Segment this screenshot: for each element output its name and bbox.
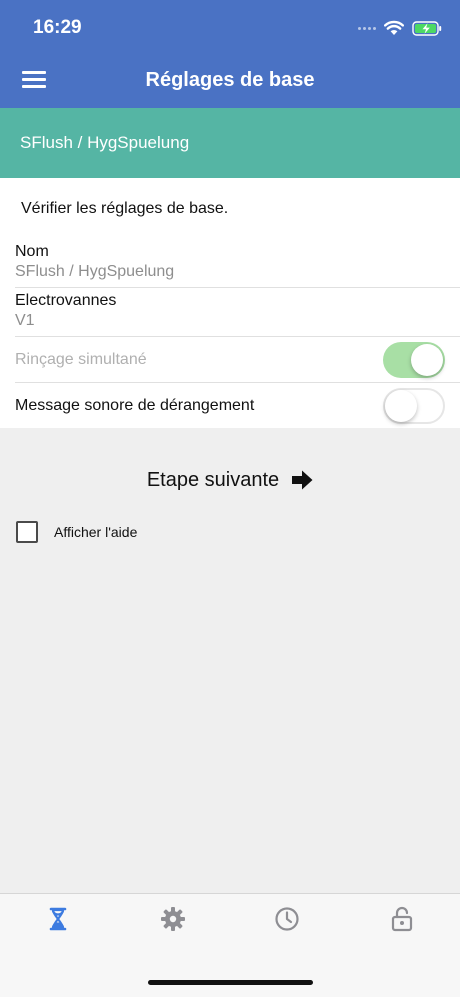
settings-card: Vérifier les réglages de base. Nom SFlus…	[0, 178, 460, 428]
device-name-text: SFlush / HygSpuelung	[20, 133, 190, 152]
page-title: Réglages de base	[145, 69, 315, 91]
name-value: SFlush / HygSpuelung	[15, 263, 175, 280]
clock-icon	[275, 907, 299, 931]
simultaneous-rinse-row: Rinçage simultané	[15, 337, 460, 383]
cellular-signal-icon	[358, 26, 376, 30]
next-step-label: Etape suivante	[146, 468, 280, 491]
intro-text: Vérifier les réglages de base.	[21, 200, 229, 217]
valves-field[interactable]: Electrovannes V1	[15, 292, 460, 337]
simultaneous-rinse-label: Rinçage simultané	[15, 350, 147, 368]
arrow-right-icon	[292, 470, 313, 490]
next-step-button[interactable]: Etape suivante	[0, 463, 460, 497]
tab-settings[interactable]	[153, 904, 193, 934]
tab-hourglass[interactable]	[38, 904, 78, 934]
status-icons	[358, 18, 442, 38]
tab-history[interactable]	[267, 904, 307, 934]
device-name-banner: SFlush / HygSpuelung	[0, 108, 460, 178]
alarm-sound-row: Message sonore de dérangement	[15, 383, 460, 428]
alarm-sound-label: Message sonore de dérangement	[15, 396, 255, 414]
name-field[interactable]: Nom SFlush / HygSpuelung	[15, 243, 460, 288]
top-bar: 16:29 Réglages de base	[0, 0, 460, 108]
toggle-knob	[411, 343, 443, 376]
wifi-icon	[384, 20, 404, 35]
show-help-label: Afficher l'aide	[54, 524, 138, 540]
status-time: 16:29	[33, 17, 82, 38]
show-help-checkbox[interactable]	[16, 521, 38, 543]
tab-lock[interactable]	[382, 904, 422, 934]
valves-label: Electrovannes	[15, 292, 117, 309]
battery-charging-icon	[412, 20, 442, 36]
unlocked-padlock-icon	[391, 906, 413, 932]
name-label: Nom	[15, 243, 49, 260]
show-help-row: Afficher l'aide	[16, 521, 137, 543]
simultaneous-rinse-toggle[interactable]	[383, 341, 445, 378]
hourglass-icon	[49, 907, 67, 931]
toggle-knob	[385, 389, 417, 422]
gear-icon	[161, 907, 185, 931]
valves-value: V1	[15, 312, 35, 329]
alarm-sound-toggle[interactable]	[383, 387, 445, 424]
home-indicator[interactable]	[148, 980, 313, 985]
